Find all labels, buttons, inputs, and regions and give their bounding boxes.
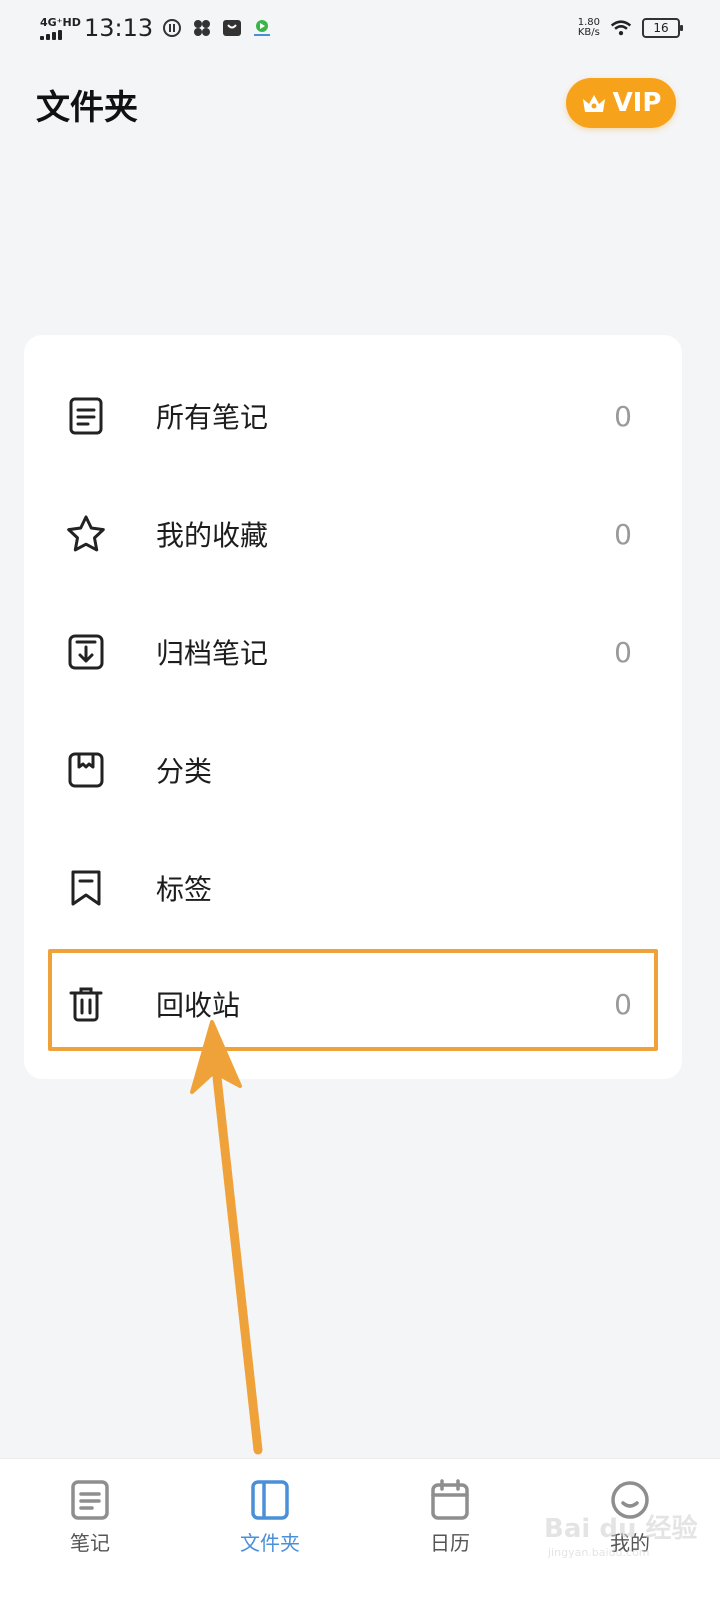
crown-icon — [582, 95, 605, 112]
folder-label: 分类 — [156, 755, 213, 788]
status-bar: 4G⁺HD 13:13 1.80 KB/s 16 — [0, 0, 720, 56]
network-indicator: 4G⁺HD — [40, 15, 81, 40]
signal-icon — [40, 29, 74, 40]
folder-count: 0 — [614, 517, 632, 551]
vip-label: VIP — [612, 88, 662, 118]
fan-icon — [191, 17, 213, 39]
nav-calendar[interactable]: 日历 — [360, 1459, 540, 1600]
note-icon — [69, 397, 103, 435]
star-icon — [67, 515, 105, 552]
folder-label: 标签 — [156, 873, 213, 906]
watermark-brand: Bai du 经验 — [544, 1514, 698, 1544]
folder-label: 所有笔记 — [156, 401, 269, 434]
video-app-icon — [251, 17, 273, 39]
folder-item-archived[interactable]: 归档笔记 0 — [24, 593, 682, 711]
folder-count: 0 — [614, 635, 632, 669]
notification-icon — [161, 17, 183, 39]
battery-level: 16 — [653, 21, 669, 35]
vip-button[interactable]: VIP — [566, 78, 676, 128]
folder-label: 归档笔记 — [156, 637, 269, 670]
nav-notes[interactable]: 笔记 — [0, 1459, 180, 1600]
clock: 13:13 — [84, 14, 154, 42]
wifi-icon — [610, 17, 632, 39]
nav-label: 日历 — [430, 1531, 470, 1555]
bookmark-icon — [71, 870, 101, 906]
folder-item-categories[interactable]: 分类 — [24, 711, 682, 829]
folder-item-favorites[interactable]: 我的收藏 0 — [24, 475, 682, 593]
nav-label: 文件夹 — [240, 1531, 300, 1555]
folder-item-all-notes[interactable]: 所有笔记 0 — [24, 357, 682, 475]
page-title: 文件夹 — [36, 88, 138, 128]
archive-icon — [68, 634, 104, 670]
speed-unit: KB/s — [577, 27, 600, 38]
battery-icon: 16 — [642, 18, 683, 38]
calendar-icon — [431, 1479, 469, 1520]
category-icon — [68, 752, 104, 788]
network-label: 4G⁺HD — [40, 15, 81, 29]
annotation-highlight-box — [48, 949, 658, 1051]
nav-label: 笔记 — [70, 1531, 110, 1555]
note-icon — [71, 1480, 109, 1520]
nav-folders[interactable]: 文件夹 — [180, 1459, 360, 1600]
shop-icon — [221, 17, 243, 39]
folder-count: 0 — [614, 399, 632, 433]
folder-item-tags[interactable]: 标签 — [24, 829, 682, 947]
network-speed: 1.80 KB/s — [578, 18, 600, 38]
watermark-url: jingyan.baidu.com — [548, 1546, 650, 1559]
folder-label: 我的收藏 — [156, 519, 269, 552]
watermark: Bai du 经验 jingyan.baidu.com — [540, 1500, 710, 1580]
folder-icon — [251, 1480, 289, 1520]
